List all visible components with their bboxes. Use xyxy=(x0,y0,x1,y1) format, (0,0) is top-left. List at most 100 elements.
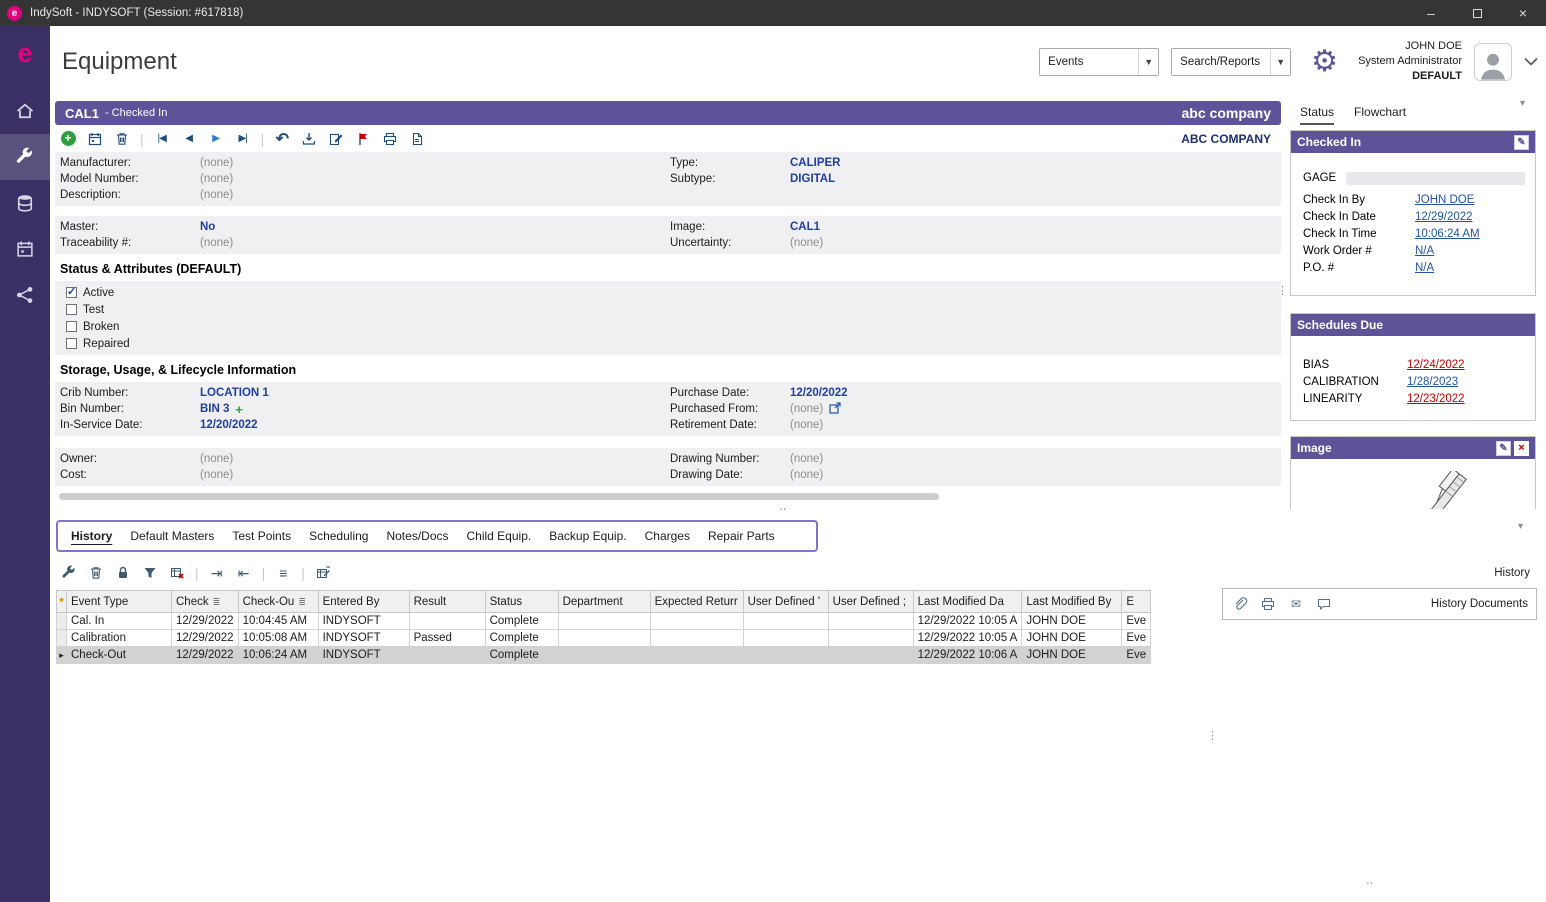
tab-backup-equip[interactable]: Backup Equip. xyxy=(540,529,635,543)
add-bin-icon[interactable]: + xyxy=(235,402,243,417)
settings-gear-icon[interactable]: ⚙ xyxy=(1311,47,1338,77)
table-cell[interactable] xyxy=(558,647,650,664)
schedule-bias-date-link[interactable]: 12/24/2022 xyxy=(1407,359,1465,371)
retirement-date-value[interactable]: (none) xyxy=(790,419,1281,431)
nav-first-button[interactable]: |◀ xyxy=(153,130,171,148)
delete-image-icon[interactable]: × xyxy=(1514,441,1529,456)
table-cell[interactable] xyxy=(409,613,485,630)
purchase-date-value[interactable]: 12/20/2022 xyxy=(790,387,1281,399)
attribute-broken-checkbox[interactable]: Broken xyxy=(55,318,1281,335)
schedule-calendar-button[interactable] xyxy=(86,130,104,148)
search-reports-dropdown[interactable]: Search/Reports ▼ xyxy=(1171,48,1291,76)
table-cell[interactable]: JOHN DOE xyxy=(1022,613,1122,630)
equipment-image[interactable] xyxy=(1291,459,1535,509)
table-cell[interactable] xyxy=(409,647,485,664)
add-record-button[interactable]: + xyxy=(59,130,77,148)
drawing-date-value[interactable]: (none) xyxy=(790,469,1281,481)
column-header-last-modified-date[interactable]: Last Modified Da xyxy=(913,591,1022,613)
table-cell[interactable] xyxy=(558,630,650,647)
table-cell[interactable]: INDYSOFT xyxy=(318,630,409,647)
check-out-button[interactable]: ⇤ xyxy=(235,564,253,582)
traceability-value[interactable]: (none) xyxy=(200,237,670,249)
collapse-panel-button[interactable]: ▾ xyxy=(1520,98,1525,109)
lock-button[interactable] xyxy=(114,564,132,582)
export-button[interactable] xyxy=(300,130,318,148)
model-number-value[interactable]: (none) xyxy=(200,173,670,185)
in-service-date-value[interactable]: 12/20/2022 xyxy=(200,419,670,431)
check-in-button[interactable]: ⇥ xyxy=(208,564,226,582)
tab-test-points[interactable]: Test Points xyxy=(223,529,300,543)
table-cell[interactable]: 12/29/2022 xyxy=(172,630,239,647)
column-header-check-out[interactable]: Check-Ou≣ xyxy=(238,591,318,613)
schedule-linearity-date-link[interactable]: 12/23/2022 xyxy=(1407,393,1465,405)
purchased-from-value[interactable]: (none) xyxy=(790,403,823,415)
bottom-right-splitter-handle[interactable]: ‥ xyxy=(1366,874,1373,887)
user-menu-chevron-icon[interactable] xyxy=(1524,53,1538,71)
table-cell[interactable]: INDYSOFT xyxy=(318,613,409,630)
table-cell[interactable]: Check-Out xyxy=(67,647,172,664)
table-cell[interactable]: Eve xyxy=(1122,647,1151,664)
column-header-result[interactable]: Result xyxy=(409,591,485,613)
horizontal-splitter-handle[interactable]: ‥ xyxy=(779,500,786,513)
minimize-button[interactable]: – xyxy=(1408,0,1454,26)
checkin-by-link[interactable]: JOHN DOE xyxy=(1415,194,1474,206)
close-button[interactable]: × xyxy=(1500,0,1546,26)
attribute-active-checkbox[interactable]: Active xyxy=(55,284,1281,301)
uncertainty-value[interactable]: (none) xyxy=(790,237,1281,249)
sidebar-item-database[interactable] xyxy=(0,180,50,226)
table-cell[interactable]: Calibration xyxy=(67,630,172,647)
table-cell[interactable]: 12/29/2022 10:05 A xyxy=(913,613,1022,630)
purchased-from-lookup-icon[interactable] xyxy=(829,402,841,417)
print-document-button[interactable] xyxy=(1259,595,1277,613)
cost-value[interactable]: (none) xyxy=(200,469,670,481)
edit-checkin-icon[interactable]: ✎ xyxy=(1514,135,1529,150)
filter-button[interactable] xyxy=(141,564,159,582)
checkin-time-link[interactable]: 10:06:24 AM xyxy=(1415,228,1480,240)
table-cell[interactable]: Eve xyxy=(1122,630,1151,647)
column-header-status[interactable]: Status xyxy=(485,591,558,613)
column-header-event[interactable]: E xyxy=(1122,591,1151,613)
scrollbar-thumb[interactable] xyxy=(59,493,939,500)
schedule-calibration-date-link[interactable]: 1/28/2023 xyxy=(1407,376,1458,388)
sidebar-item-calendar[interactable] xyxy=(0,226,50,272)
tab-flowchart[interactable]: Flowchart xyxy=(1354,105,1406,125)
report-button[interactable] xyxy=(408,130,426,148)
tab-charges[interactable]: Charges xyxy=(636,529,699,543)
table-cell[interactable]: 12/29/2022 xyxy=(172,613,239,630)
avatar[interactable] xyxy=(1474,43,1512,81)
attribute-test-checkbox[interactable]: Test xyxy=(55,301,1281,318)
column-header-last-modified-by[interactable]: Last Modified By xyxy=(1022,591,1122,613)
column-header-department[interactable]: Department xyxy=(558,591,650,613)
table-cell[interactable] xyxy=(828,647,913,664)
checkin-date-link[interactable]: 12/29/2022 xyxy=(1415,211,1473,223)
maximize-button[interactable] xyxy=(1454,0,1500,26)
table-cell[interactable]: Complete xyxy=(485,630,558,647)
table-cell[interactable]: Complete xyxy=(485,647,558,664)
table-cell[interactable] xyxy=(650,647,743,664)
manufacturer-value[interactable]: (none) xyxy=(200,157,670,169)
column-header-expected-return[interactable]: Expected Returr xyxy=(650,591,743,613)
nav-previous-button[interactable]: ◀ xyxy=(180,130,198,148)
tab-repair-parts[interactable]: Repair Parts xyxy=(699,529,784,543)
delete-record-button[interactable] xyxy=(113,130,131,148)
work-order-link[interactable]: N/A xyxy=(1415,245,1434,257)
table-cell[interactable] xyxy=(743,647,828,664)
vertical-splitter-handle[interactable]: ⋮ xyxy=(1277,284,1288,297)
indysoft-logo-icon[interactable]: e xyxy=(17,38,32,68)
column-header-entered-by[interactable]: Entered By xyxy=(318,591,409,613)
print-button[interactable] xyxy=(381,130,399,148)
subtype-value[interactable]: DIGITAL xyxy=(790,173,1281,185)
sidebar-item-home[interactable] xyxy=(0,88,50,134)
table-cell[interactable]: INDYSOFT xyxy=(318,647,409,664)
form-horizontal-scrollbar[interactable] xyxy=(55,493,1281,501)
table-cell[interactable]: Complete xyxy=(485,613,558,630)
tab-child-equip[interactable]: Child Equip. xyxy=(458,529,541,543)
table-cell[interactable] xyxy=(558,613,650,630)
table-cell[interactable] xyxy=(828,630,913,647)
table-cell[interactable]: 10:06:24 AM xyxy=(238,647,318,664)
attach-document-button[interactable] xyxy=(1231,595,1249,613)
table-cell[interactable]: Cal. In xyxy=(67,613,172,630)
table-cell[interactable]: 10:04:45 AM xyxy=(238,613,318,630)
tab-default-masters[interactable]: Default Masters xyxy=(121,529,223,543)
sidebar-item-equipment[interactable] xyxy=(0,134,50,180)
